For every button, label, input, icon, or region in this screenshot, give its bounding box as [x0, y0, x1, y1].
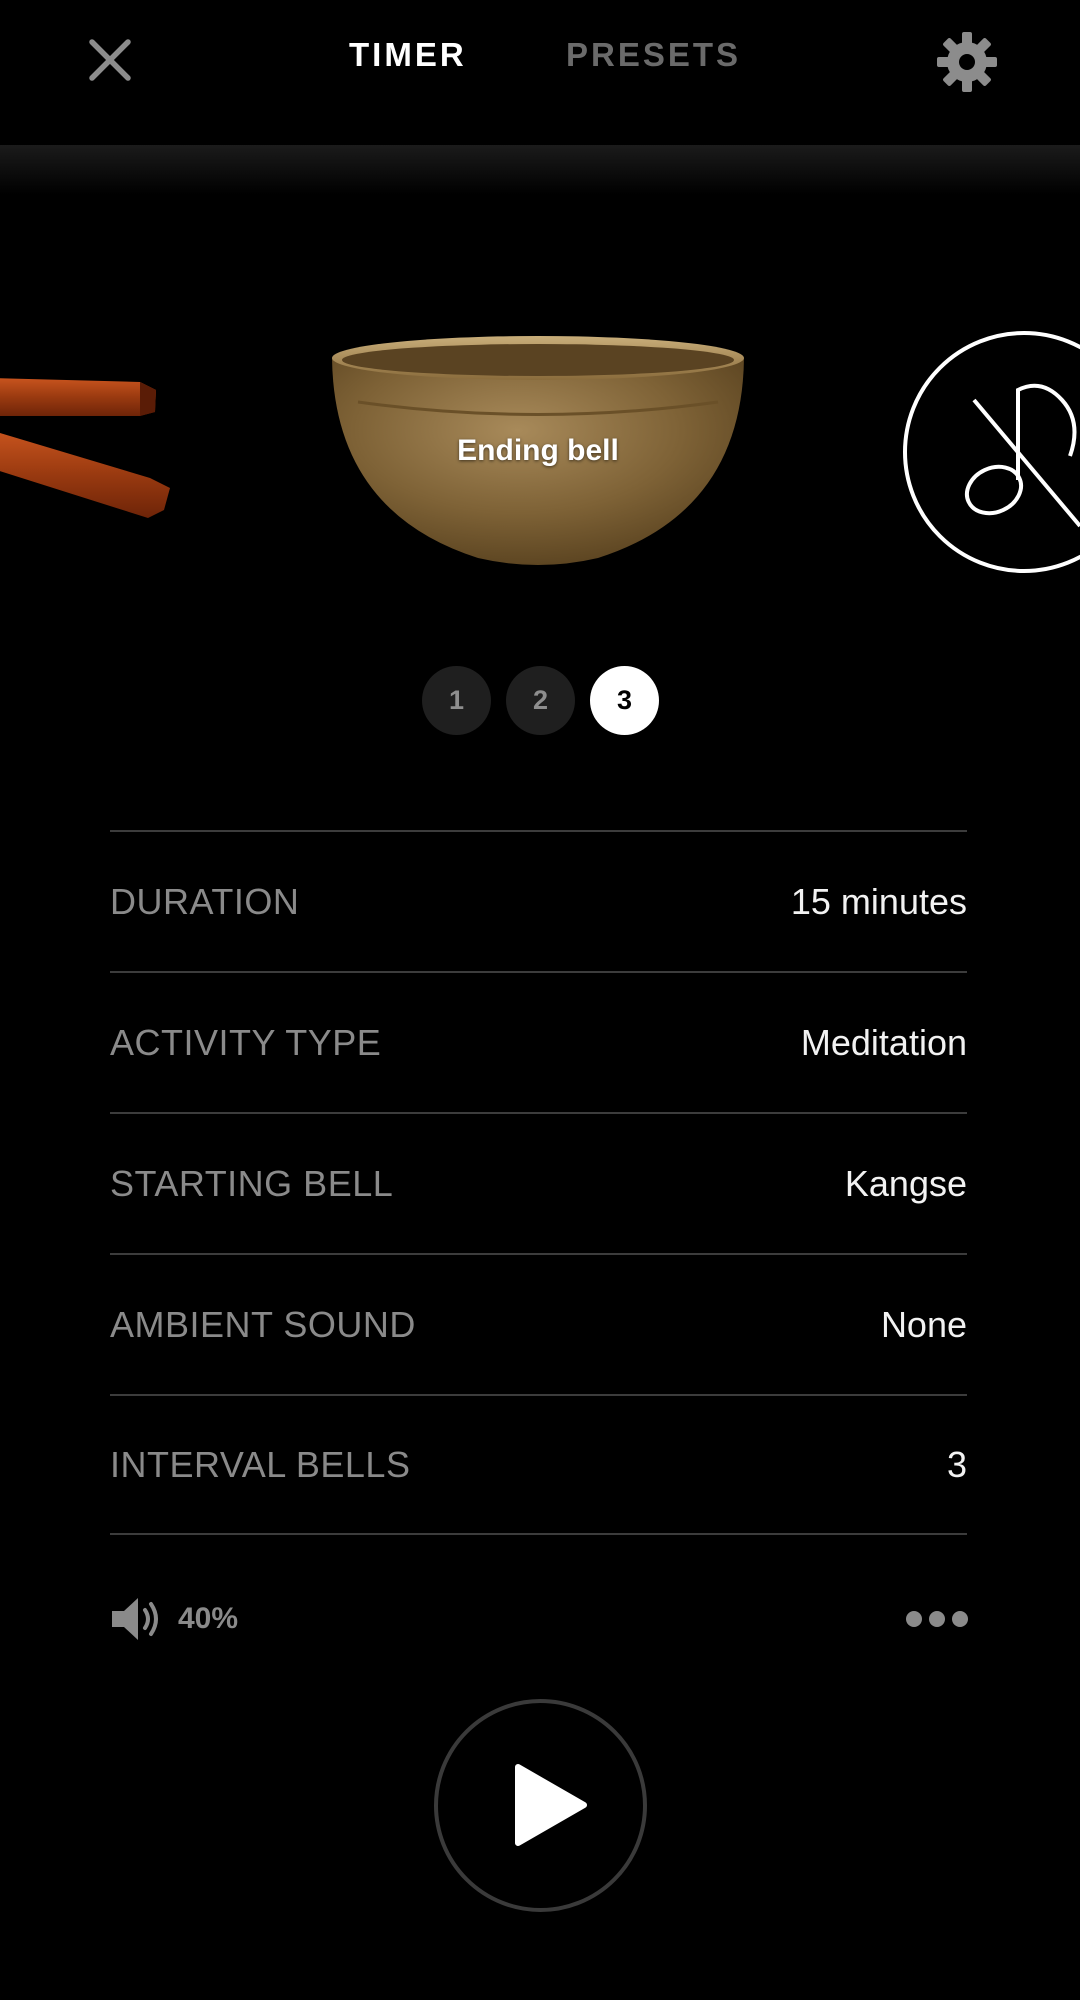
pager-dot-2[interactable]: 2: [506, 666, 575, 735]
setting-row-ambient-sound[interactable]: AMBIENT SOUND None: [110, 1253, 967, 1394]
setting-value: 15 minutes: [790, 880, 967, 922]
settings-button[interactable]: [935, 30, 999, 94]
setting-row-activity-type[interactable]: ACTIVITY TYPE Meditation: [110, 971, 967, 1112]
clapper-sticks-icon: [0, 378, 170, 518]
tab-timer[interactable]: TIMER: [349, 36, 467, 74]
setting-row-starting-bell[interactable]: STARTING BELL Kangse: [110, 1112, 967, 1253]
setting-label: STARTING BELL: [110, 1162, 394, 1204]
setting-value: Meditation: [800, 1021, 967, 1063]
pager-dot-3[interactable]: 3: [590, 666, 659, 735]
setting-value: None: [880, 1303, 967, 1345]
close-icon: [89, 39, 131, 81]
volume-level: 40%: [178, 1602, 239, 1635]
play-icon: [515, 1764, 587, 1846]
setting-row-interval-bells[interactable]: INTERVAL BELLS 3: [110, 1394, 967, 1535]
play-button[interactable]: [434, 1699, 647, 1912]
top-bar: TIMER PRESETS: [0, 0, 1080, 145]
setting-value: 3: [946, 1443, 967, 1485]
setting-row-duration[interactable]: DURATION 15 minutes: [110, 830, 967, 971]
bell-pager: 1 2 3: [422, 666, 659, 735]
tab-presets[interactable]: PRESETS: [566, 36, 741, 74]
setting-label: DURATION: [110, 880, 300, 922]
timer-screen: TIMER PRESETS Ending bell 1 2 3 DURATION…: [0, 0, 1080, 2000]
more-options-button[interactable]: [905, 1600, 970, 1638]
setting-label: ACTIVITY TYPE: [110, 1021, 382, 1063]
carousel-item-label: Ending bell: [457, 434, 619, 467]
gear-icon: [937, 32, 997, 92]
header-shadow: [0, 145, 1080, 195]
carousel-item-no-sound[interactable]: [902, 330, 1080, 580]
no-music-icon: [903, 331, 1080, 573]
setting-label: AMBIENT SOUND: [110, 1303, 416, 1345]
more-dots-icon: [906, 1611, 968, 1627]
volume-control[interactable]: 40%: [110, 1594, 238, 1644]
pager-dot-1[interactable]: 1: [422, 666, 491, 735]
carousel-item-clappers[interactable]: [0, 360, 190, 540]
settings-list: DURATION 15 minutes ACTIVITY TYPE Medita…: [110, 830, 967, 1535]
speaker-icon: [112, 1598, 158, 1640]
setting-value: Kangse: [844, 1162, 967, 1204]
close-button[interactable]: [80, 30, 140, 90]
setting-label: INTERVAL BELLS: [110, 1443, 411, 1485]
